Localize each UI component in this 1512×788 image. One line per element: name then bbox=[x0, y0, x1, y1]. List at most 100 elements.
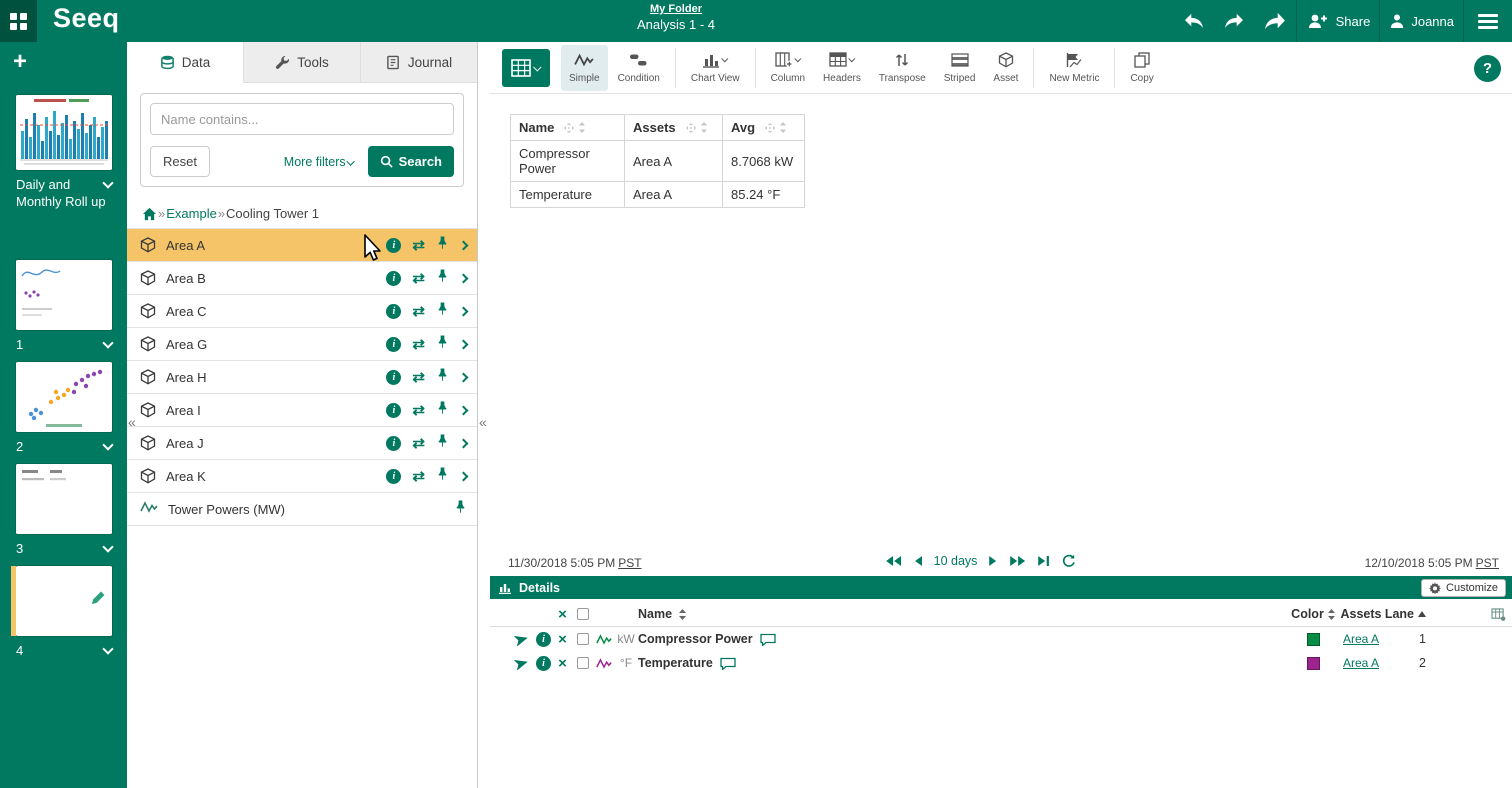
navigate-to-signal-icon[interactable] bbox=[508, 633, 534, 646]
customize-button[interactable]: Customize bbox=[1421, 579, 1506, 597]
undo-button[interactable] bbox=[1174, 0, 1214, 42]
view-mode-dropdown[interactable] bbox=[502, 49, 550, 87]
sort-ascending-icon[interactable] bbox=[1418, 611, 1426, 617]
share-button[interactable]: Share bbox=[1297, 0, 1380, 42]
info-icon[interactable]: i bbox=[386, 271, 401, 286]
move-icon[interactable] bbox=[564, 123, 574, 133]
chevron-down-icon[interactable] bbox=[102, 177, 113, 188]
info-icon[interactable]: i bbox=[386, 304, 401, 319]
signal-row-tower-powers[interactable]: Tower Powers (MW) bbox=[127, 493, 477, 526]
pin-icon[interactable] bbox=[436, 235, 449, 255]
swap-icon[interactable]: ⇄ bbox=[412, 304, 425, 319]
help-button[interactable]: ? bbox=[1474, 55, 1501, 82]
step-back-double-icon[interactable] bbox=[885, 555, 901, 567]
asset-row-area-k[interactable]: Area K i ⇄ bbox=[127, 460, 477, 493]
toolbar-button-asset[interactable]: Asset bbox=[985, 45, 1026, 91]
toolbar-button-condition[interactable]: Condition bbox=[610, 45, 668, 91]
worksheet-label[interactable]: Daily and Monthly Roll up bbox=[16, 177, 106, 209]
timezone-link[interactable]: PST bbox=[1476, 556, 1499, 570]
move-icon[interactable] bbox=[686, 123, 696, 133]
pin-icon[interactable] bbox=[436, 268, 449, 288]
details-col-assets[interactable]: Assets bbox=[1341, 607, 1382, 621]
sort-icon[interactable] bbox=[1328, 609, 1335, 620]
worksheet-label[interactable]: 1 bbox=[16, 337, 23, 352]
swap-icon[interactable]: ⇄ bbox=[412, 370, 425, 385]
details-columns-icon[interactable] bbox=[1491, 608, 1506, 621]
pin-icon[interactable] bbox=[436, 367, 449, 387]
toolbar-button-headers[interactable]: Headers bbox=[815, 45, 869, 91]
details-row-temperature[interactable]: i × °F Temperature Area A 2 bbox=[490, 651, 1512, 675]
tab-tools[interactable]: Tools bbox=[244, 42, 361, 83]
seeq-logo[interactable]: Seeq bbox=[53, 3, 120, 34]
tab-data[interactable]: Data bbox=[127, 42, 244, 83]
timezone-link[interactable]: PST bbox=[618, 556, 641, 570]
chevron-right-icon[interactable] bbox=[459, 273, 469, 283]
chevron-right-icon[interactable] bbox=[459, 339, 469, 349]
more-filters-link[interactable]: More filters bbox=[284, 155, 355, 169]
chevron-right-icon[interactable] bbox=[459, 306, 469, 316]
swap-icon[interactable]: ⇄ bbox=[412, 436, 425, 451]
asset-row-area-i[interactable]: Area I i ⇄ bbox=[127, 394, 477, 427]
details-row-compressor-power[interactable]: i × kW Compressor Power Area A 1 bbox=[490, 627, 1512, 651]
main-menu-button[interactable] bbox=[1464, 14, 1512, 29]
chevron-down-icon[interactable] bbox=[102, 337, 113, 348]
toolbar-button-simple[interactable]: Simple bbox=[561, 45, 608, 91]
duration-label[interactable]: 10 days bbox=[934, 554, 978, 568]
row-checkbox[interactable] bbox=[577, 657, 589, 669]
worksheet-thumbnail[interactable] bbox=[16, 260, 112, 330]
comment-icon[interactable] bbox=[720, 657, 736, 670]
table-row[interactable]: Temperature Area A 85.24 °F bbox=[511, 182, 805, 208]
asset-row-area-c[interactable]: Area C i ⇄ bbox=[127, 295, 477, 328]
swap-icon[interactable]: ⇄ bbox=[412, 238, 425, 253]
column-header-assets[interactable]: Assets bbox=[625, 115, 723, 141]
navigate-to-signal-icon[interactable] bbox=[508, 657, 534, 670]
toolbar-button-copy[interactable]: Copy bbox=[1122, 45, 1161, 91]
toolbar-button-column[interactable]: Column bbox=[763, 45, 813, 91]
worksheet-thumbnail[interactable] bbox=[16, 566, 112, 636]
move-icon[interactable] bbox=[765, 123, 775, 133]
asset-row-area-h[interactable]: Area H i ⇄ bbox=[127, 361, 477, 394]
chevron-down-icon[interactable] bbox=[102, 439, 113, 450]
toolbar-button-new-metric[interactable]: New Metric bbox=[1041, 45, 1107, 91]
asset-row-area-g[interactable]: Area G i ⇄ bbox=[127, 328, 477, 361]
range-start[interactable]: 11/30/2018 5:05 PMPST bbox=[508, 556, 642, 570]
add-worksheet-button[interactable]: + bbox=[7, 48, 33, 76]
info-icon[interactable]: i bbox=[536, 656, 551, 671]
asset-row-area-j[interactable]: Area J i ⇄ bbox=[127, 427, 477, 460]
worksheet-label[interactable]: 4 bbox=[16, 643, 23, 658]
color-swatch[interactable] bbox=[1307, 657, 1320, 670]
chevron-right-icon[interactable] bbox=[459, 405, 469, 415]
info-icon[interactable]: i bbox=[386, 403, 401, 418]
worksheet-thumbnail[interactable] bbox=[16, 362, 112, 432]
sort-icon[interactable] bbox=[679, 609, 686, 620]
info-icon[interactable]: i bbox=[386, 337, 401, 352]
search-input[interactable] bbox=[150, 103, 454, 135]
details-col-color[interactable]: Color bbox=[1291, 607, 1324, 621]
info-icon[interactable]: i bbox=[386, 436, 401, 451]
pin-icon[interactable] bbox=[436, 334, 449, 354]
chevron-down-icon[interactable] bbox=[102, 643, 113, 654]
refresh-icon[interactable] bbox=[1062, 554, 1076, 568]
pin-icon[interactable] bbox=[454, 499, 467, 519]
color-swatch[interactable] bbox=[1307, 633, 1320, 646]
details-col-lane[interactable]: Lane bbox=[1385, 607, 1414, 621]
remove-icon[interactable]: × bbox=[558, 632, 567, 647]
info-icon[interactable]: i bbox=[386, 469, 401, 484]
folder-breadcrumb-link[interactable]: My Folder bbox=[637, 3, 715, 15]
details-col-name[interactable]: Name bbox=[638, 607, 672, 621]
info-icon[interactable]: i bbox=[386, 370, 401, 385]
info-icon[interactable]: i bbox=[386, 238, 401, 253]
row-checkbox[interactable] bbox=[577, 633, 589, 645]
redo-button[interactable] bbox=[1214, 0, 1254, 42]
signal-name[interactable]: Compressor Power bbox=[638, 632, 753, 646]
toolbar-button-striped[interactable]: Striped bbox=[936, 45, 984, 91]
pin-icon[interactable] bbox=[436, 433, 449, 453]
worksheet-label[interactable]: 3 bbox=[16, 541, 23, 556]
chevron-right-icon[interactable] bbox=[459, 438, 469, 448]
step-to-end-icon[interactable] bbox=[1038, 555, 1050, 567]
sort-icon[interactable] bbox=[779, 122, 787, 133]
reset-button[interactable]: Reset bbox=[150, 146, 210, 177]
chevron-right-icon[interactable] bbox=[459, 240, 469, 250]
swap-icon[interactable]: ⇄ bbox=[412, 337, 425, 352]
worksheet-thumbnail[interactable] bbox=[16, 464, 112, 534]
